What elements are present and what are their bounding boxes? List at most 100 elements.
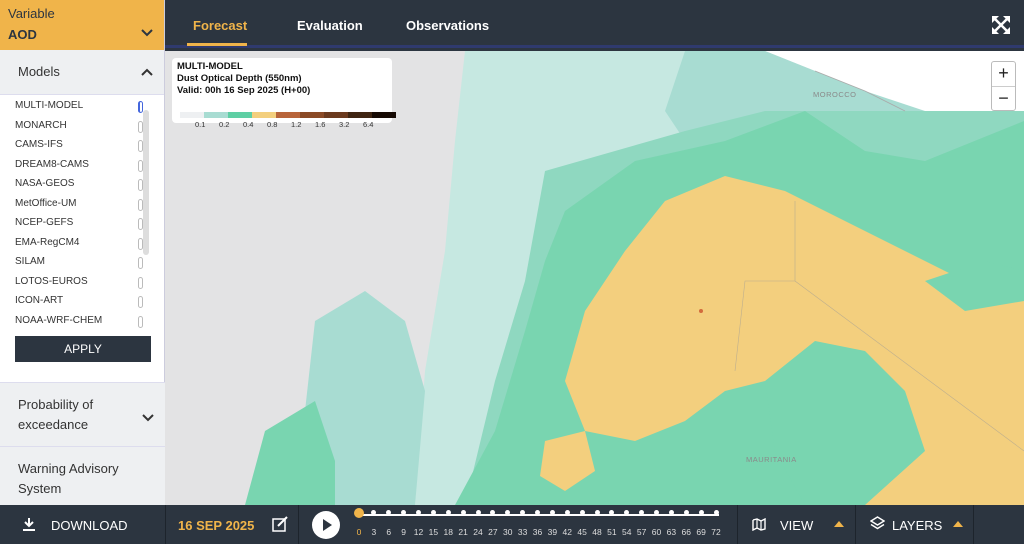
- timeline-step[interactable]: [445, 510, 451, 515]
- legend-tick-label: 1.6: [315, 120, 326, 129]
- model-item[interactable]: NCEP-GEFS: [0, 213, 165, 233]
- model-item[interactable]: CAMS-IFS: [0, 135, 165, 155]
- timeline-step[interactable]: [475, 510, 481, 515]
- bottom-bar: DOWNLOAD 16 SEP 2025 VIEW LAYERS 0 3 6 9 12 1…: [0, 505, 1024, 544]
- apply-button[interactable]: APPLY: [15, 336, 151, 362]
- layers-button[interactable]: LAYERS: [892, 518, 942, 533]
- legend-tick-label: 0.1: [195, 120, 206, 129]
- legend-variable: Dust Optical Depth (550nm): [177, 73, 302, 84]
- timeline-step[interactable]: [416, 510, 421, 515]
- timeline-step-label: 72: [711, 527, 721, 537]
- zoom-in-button[interactable]: +: [992, 62, 1015, 86]
- legend-swatch: [204, 112, 228, 118]
- timeline-step[interactable]: [654, 510, 659, 515]
- legend-tick-label: 1.2: [291, 120, 302, 129]
- model-checkbox[interactable]: [138, 315, 143, 328]
- model-label: NCEP-GEFS: [15, 217, 74, 228]
- divider: [737, 505, 738, 544]
- model-item[interactable]: MONARCH: [0, 116, 165, 136]
- divider: [973, 505, 974, 544]
- timeline-step[interactable]: [698, 510, 704, 515]
- models-title: Models: [18, 64, 60, 79]
- map-view[interactable]: MOROCCO MAURITANIA MULTI-MODEL Dust Opti…: [165, 51, 1024, 505]
- divider: [298, 505, 299, 544]
- warning-accordion[interactable]: Warning Advisory System: [0, 446, 165, 505]
- timeline-step[interactable]: [564, 510, 570, 515]
- download-button[interactable]: DOWNLOAD: [51, 518, 128, 533]
- model-label: EMA-RegCM4: [15, 236, 80, 248]
- legend-swatch: [180, 112, 204, 118]
- legend-tick-label: 0.8: [267, 120, 278, 129]
- model-checkbox[interactable]: [138, 257, 143, 269]
- tab-evaluation[interactable]: Evaluation: [297, 18, 363, 33]
- probability-accordion[interactable]: Probability of exceedance: [0, 382, 165, 446]
- caret-up-icon: [834, 521, 844, 527]
- probability-label: Probability of exceedance: [18, 397, 94, 432]
- timeline-step[interactable]: [713, 510, 719, 515]
- warning-label: Warning Advisory System: [18, 461, 119, 496]
- model-item[interactable]: DREAM8-CAMS: [0, 155, 165, 175]
- legend-swatch: [228, 112, 252, 118]
- model-label: DREAM8-CAMS: [15, 158, 89, 170]
- zoom-control: + −: [991, 61, 1016, 111]
- model-item[interactable]: SILAM: [0, 252, 165, 272]
- timeline-step[interactable]: [683, 510, 689, 515]
- legend-valid-time: Valid: 00h 16 Sep 2025 (H+00): [177, 85, 311, 96]
- legend-swatch: [300, 112, 324, 118]
- play-button[interactable]: [312, 511, 340, 539]
- chevron-up-icon: [141, 68, 153, 76]
- active-tab-indicator: [187, 43, 247, 46]
- model-label: MONARCH: [15, 119, 67, 131]
- view-button[interactable]: VIEW: [780, 518, 813, 533]
- download-icon: [23, 518, 35, 531]
- chevron-down-icon: [142, 414, 154, 422]
- model-checkbox[interactable]: [138, 276, 143, 289]
- model-item[interactable]: MULTI-MODEL: [0, 96, 165, 116]
- legend-tick-label: 3.2: [339, 120, 350, 129]
- legend-ticks: 0.1 0.2 0.4 0.8 1.2 1.6 3.2 6.4: [172, 120, 392, 130]
- current-date: 16 SEP 2025: [178, 518, 255, 533]
- tab-observations[interactable]: Observations: [406, 18, 489, 33]
- model-label: MULTI-MODEL: [15, 100, 84, 111]
- model-list: MULTI-MODEL MONARCH CAMS-IFS DREAM8-CAMS NAS…: [0, 96, 165, 331]
- legend-swatch: [372, 112, 396, 118]
- model-item[interactable]: MetOffice-UM: [0, 194, 165, 214]
- timeline-step[interactable]: [549, 510, 555, 515]
- timeline-step[interactable]: [430, 510, 436, 515]
- model-item[interactable]: LOTOS-EUROS: [0, 272, 165, 292]
- fullscreen-icon[interactable]: [992, 16, 1010, 34]
- timeline-step[interactable]: [579, 510, 585, 515]
- model-checkbox[interactable]: [138, 296, 143, 308]
- model-label: ICON-ART: [15, 295, 64, 306]
- divider: [165, 505, 166, 544]
- model-item[interactable]: NOAA-WRF-CHEM: [0, 311, 165, 331]
- legend-color-bar: [180, 112, 396, 118]
- timeline-step[interactable]: [535, 510, 540, 515]
- edit-icon[interactable]: [272, 516, 288, 532]
- model-item[interactable]: NASA-GEOS: [0, 174, 165, 194]
- timeline-step[interactable]: [668, 510, 674, 515]
- variable-label: Variable: [8, 6, 55, 21]
- map-label-mauritania: MAURITANIA: [746, 455, 797, 464]
- tab-forecast[interactable]: Forecast: [193, 18, 247, 33]
- map-legend: MULTI-MODEL Dust Optical Depth (550nm) V…: [172, 58, 396, 129]
- timeline-step[interactable]: [594, 510, 600, 515]
- map-label-morocco: MOROCCO: [813, 90, 857, 99]
- models-accordion-header[interactable]: Models: [0, 50, 164, 95]
- model-item[interactable]: EMA-RegCM4: [0, 233, 165, 253]
- model-item[interactable]: ICON-ART: [0, 291, 165, 311]
- variable-selector[interactable]: Variable AOD: [0, 0, 164, 50]
- timeline-step[interactable]: [354, 508, 364, 518]
- variable-value: AOD: [8, 27, 37, 42]
- timeline-step[interactable]: [460, 510, 466, 515]
- legend-model: MULTI-MODEL: [177, 61, 243, 72]
- legend-tick-label: 0.4: [243, 120, 254, 129]
- zoom-out-button[interactable]: −: [992, 86, 1015, 110]
- divider: [855, 505, 856, 544]
- map-icon: [752, 518, 766, 531]
- legend-tick-label: 0.2: [219, 120, 230, 129]
- model-label: NASA-GEOS: [15, 178, 75, 189]
- top-navigation: Forecast Evaluation Observations: [165, 0, 1024, 48]
- legend-swatch: [252, 112, 276, 118]
- model-list-scrollbar[interactable]: [143, 110, 149, 255]
